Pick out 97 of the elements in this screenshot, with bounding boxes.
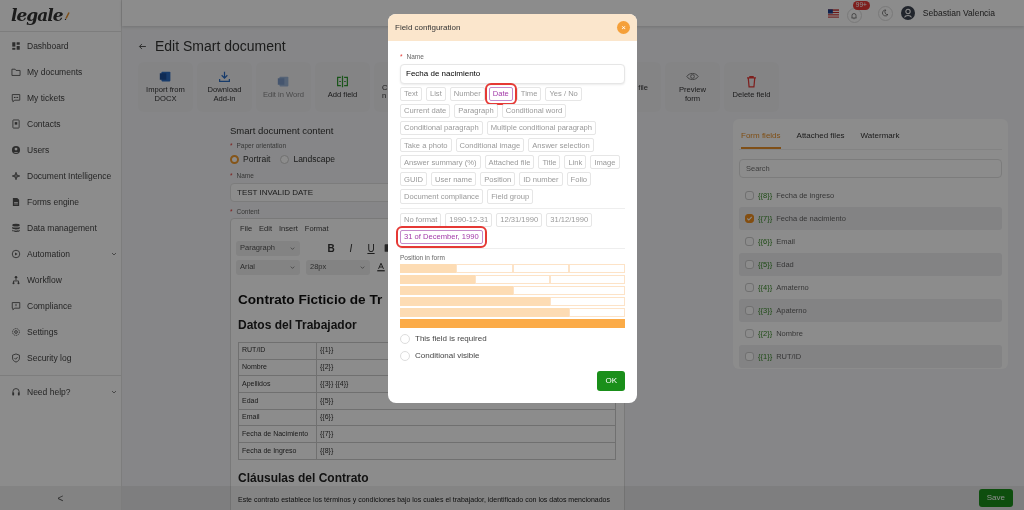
form-icon xyxy=(11,197,21,207)
sidebar-item[interactable]: Document Intelligence xyxy=(0,163,121,189)
position-option[interactable] xyxy=(400,275,625,285)
sparkle-icon xyxy=(11,171,21,181)
position-option[interactable] xyxy=(400,308,625,318)
workflow-icon xyxy=(11,275,21,285)
checkbox[interactable] xyxy=(745,352,754,361)
document-icon xyxy=(159,70,172,84)
avatar-icon xyxy=(900,6,915,20)
pen-mark-icon xyxy=(63,11,72,20)
sidebar-item[interactable]: Security log xyxy=(0,345,121,371)
headset-icon xyxy=(11,387,21,397)
tab[interactable]: Form fields xyxy=(741,127,781,149)
document-title: Contrato Ficticio de Tr xyxy=(238,290,383,309)
position-option[interactable] xyxy=(400,297,625,307)
checkbox[interactable] xyxy=(745,260,754,269)
sidebar-item[interactable]: Users xyxy=(0,137,121,163)
save-button[interactable]: Save xyxy=(978,489,1013,507)
text-color-icon xyxy=(376,262,386,272)
sidebar-label: Need help? xyxy=(27,385,72,399)
flag-icon xyxy=(827,7,839,19)
sidebar-item[interactable]: Compliance xyxy=(0,293,121,319)
close-button[interactable]: × xyxy=(617,21,630,34)
logo-text: legale xyxy=(11,3,63,27)
section-heading: Smart document content xyxy=(230,124,334,138)
sidebar-label: Document Intelligence xyxy=(27,169,113,183)
database-icon xyxy=(11,223,21,233)
notifications-button[interactable] xyxy=(846,8,862,23)
chevron-down-icon xyxy=(289,263,296,271)
sidebar-item[interactable]: My documents xyxy=(0,59,121,85)
sidebar-label: Contacts xyxy=(27,117,62,131)
sidebar-label: Security log xyxy=(27,351,73,365)
comment-icon xyxy=(11,301,21,311)
sidebar-label: Users xyxy=(27,143,51,157)
theme-button[interactable] xyxy=(877,5,893,21)
sidebar-item[interactable]: Automation xyxy=(0,241,121,267)
chevron-down-icon xyxy=(110,250,118,258)
user-icon xyxy=(11,145,21,155)
chevron-down-icon xyxy=(359,263,366,271)
chevron-down-icon xyxy=(110,388,118,396)
name-field[interactable]: Fecha de nacimiento xyxy=(400,63,625,84)
chat-icon xyxy=(11,93,21,103)
sidebar-label: Dashboard xyxy=(27,39,70,53)
checkbox[interactable] xyxy=(745,283,754,292)
sidebar-label: Compliance xyxy=(27,299,73,313)
position-option[interactable] xyxy=(400,264,625,274)
sidebar-item[interactable]: Dashboard xyxy=(0,33,121,59)
checkbox[interactable] xyxy=(745,214,754,223)
sidebar-label: Settings xyxy=(27,325,59,339)
sidebar-item[interactable]: Contacts xyxy=(0,111,121,137)
bell-icon xyxy=(850,11,859,20)
sidebar-label: My tickets xyxy=(27,91,66,105)
tab[interactable]: Watermark xyxy=(860,127,900,149)
document-icon xyxy=(277,74,290,88)
sidebar-item[interactable]: Settings xyxy=(0,319,121,345)
format-button[interactable]: B xyxy=(324,240,338,256)
play-circle-icon xyxy=(11,249,21,259)
section-heading: Datos del Trabajador xyxy=(238,316,357,334)
format-button[interactable]: U xyxy=(364,240,378,256)
checkbox[interactable] xyxy=(745,329,754,338)
back-arrow-icon xyxy=(138,41,147,51)
grid-icon xyxy=(11,41,21,51)
split-field-icon xyxy=(336,74,349,88)
contact-card-icon xyxy=(11,119,21,129)
sidebar-item[interactable]: Need help? xyxy=(0,379,121,405)
ok-button[interactable]: OK xyxy=(597,371,625,392)
position-option[interactable] xyxy=(400,286,625,296)
chevron-down-icon xyxy=(289,244,296,252)
sidebar-label: Workflow xyxy=(27,273,63,287)
format-button[interactable]: I xyxy=(344,240,358,256)
folder-icon xyxy=(11,67,21,77)
moon-icon xyxy=(881,9,890,17)
dialog-title: Field configuration xyxy=(395,21,461,34)
sidebar-label: My documents xyxy=(27,65,84,79)
user-name[interactable]: Sebastian Valencia xyxy=(922,6,995,20)
sidebar-label: Automation xyxy=(27,247,71,261)
sidebar-label: Data management xyxy=(27,221,98,235)
download-icon xyxy=(218,70,231,84)
position-option[interactable] xyxy=(400,319,625,329)
collapse-button[interactable]: < xyxy=(0,486,121,510)
sidebar-item[interactable]: My tickets xyxy=(0,85,121,111)
sidebar-item[interactable]: Data management xyxy=(0,215,121,241)
sidebar-item[interactable]: Workflow xyxy=(0,267,121,293)
check-icon xyxy=(746,215,753,222)
radio-option[interactable]: Landscape xyxy=(280,153,335,166)
settings-icon xyxy=(11,327,21,337)
sidebar-item[interactable]: Forms engine xyxy=(0,189,121,215)
radio-option[interactable]: Portrait xyxy=(230,153,271,166)
checkbox[interactable] xyxy=(745,237,754,246)
checkbox[interactable] xyxy=(745,191,754,200)
sidebar-label: Forms engine xyxy=(27,195,80,209)
page-title: Edit Smart document xyxy=(155,37,286,55)
tab[interactable]: Attached files xyxy=(796,127,845,149)
trash-icon xyxy=(745,74,758,88)
shield-icon xyxy=(11,353,21,363)
checkbox[interactable] xyxy=(745,306,754,315)
section-heading: Cláusulas del Contrato xyxy=(238,469,369,487)
